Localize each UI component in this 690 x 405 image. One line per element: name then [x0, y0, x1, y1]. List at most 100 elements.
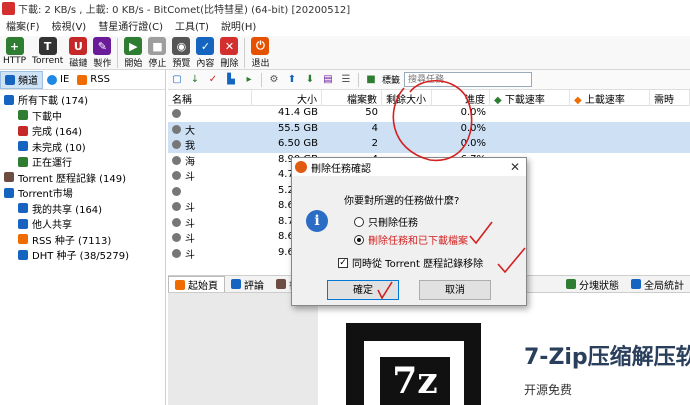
- remove-from-history-checkbox[interactable]: ✓: [338, 257, 348, 268]
- cancel-button[interactable]: 取消: [419, 280, 491, 300]
- tab-global-stats[interactable]: 全局統計: [625, 276, 690, 292]
- col-upload-rate[interactable]: ◆ 上載速率: [570, 90, 650, 106]
- cell-size: 6.50 GB: [277, 138, 318, 149]
- tree-item[interactable]: 正在運行: [0, 154, 165, 170]
- file-icon[interactable]: ▤: [321, 73, 335, 87]
- toolbar-button-4[interactable]: ▶ 開始: [121, 36, 145, 69]
- ok-button[interactable]: 確定: [327, 280, 399, 300]
- cell-time: [650, 153, 690, 169]
- task-row[interactable]: 41.4 GB 50 0.0%: [168, 106, 690, 122]
- col-name[interactable]: 名稱: [168, 90, 252, 106]
- tree-item[interactable]: 完成 (164): [0, 123, 165, 139]
- task-row[interactable]: 我 6.50 GB 2 0.0%: [168, 137, 690, 153]
- toolbar-button-6[interactable]: ◉ 預覽: [169, 36, 193, 69]
- tree-item[interactable]: 下載中: [0, 108, 165, 124]
- tree-item[interactable]: Torrent市場: [0, 185, 165, 201]
- upload-icon[interactable]: ⬆: [285, 73, 299, 87]
- cell-time: [650, 230, 690, 246]
- menu-comet-pass[interactable]: 彗星通行證(C): [92, 18, 169, 33]
- tree-item[interactable]: Torrent 歷程記錄 (149): [0, 170, 165, 186]
- menu-view[interactable]: 檢視(V): [46, 18, 93, 33]
- tree-item[interactable]: RSS 种子 (7113): [0, 232, 165, 248]
- task-name: 大: [185, 125, 195, 137]
- tree-item[interactable]: 我的共享 (164): [0, 201, 165, 217]
- tree-item[interactable]: DHT 种子 (38/5279): [0, 247, 165, 263]
- tab-piece-status[interactable]: 分塊狀態: [560, 276, 625, 292]
- col-remaining[interactable]: 剩餘大小: [382, 90, 432, 106]
- tag-label[interactable]: 標籤: [382, 73, 400, 86]
- col-time[interactable]: 需時: [650, 90, 690, 106]
- menu-help[interactable]: 說明(H): [215, 18, 262, 33]
- menu-tools[interactable]: 工具(T): [169, 18, 215, 33]
- info-icon: i: [306, 210, 328, 232]
- toolbar-divider: [261, 72, 262, 87]
- tab-start-page[interactable]: 起始頁: [168, 276, 225, 292]
- toolbar-button-label: 退出: [251, 59, 270, 69]
- ad-title[interactable]: 7-Zip压缩解压软件: [524, 339, 690, 371]
- tab-rss[interactable]: RSS: [73, 71, 114, 89]
- tree-item-label: 我的共享 (164): [32, 204, 103, 216]
- tree-item-label: 完成 (164): [32, 127, 83, 139]
- cell-ul: [570, 137, 650, 153]
- dialog-close-icon[interactable]: ✕: [504, 160, 526, 174]
- cell-time: [650, 246, 690, 262]
- task-row[interactable]: 大 55.5 GB 4 0.0%: [168, 121, 690, 137]
- tree-item[interactable]: 所有下載 (174): [0, 92, 165, 108]
- toolbar-button-5[interactable]: ■ 停止: [145, 36, 169, 69]
- exit-icon: ⏻: [251, 37, 270, 55]
- cell-name: 斗: [168, 168, 252, 184]
- cell-time: [650, 184, 690, 200]
- cell-ul: [570, 246, 650, 262]
- download-arrow-icon[interactable]: ↓: [188, 73, 202, 87]
- toolbar-button-2[interactable]: U 磁鏈: [66, 36, 90, 69]
- piece-status-icon: [566, 279, 576, 289]
- download-icon[interactable]: ⬇: [303, 73, 317, 87]
- tree-item-label: Torrent市場: [18, 189, 73, 201]
- cell-remain: [382, 106, 432, 122]
- 7zip-logo-glyph: 7z: [380, 357, 450, 405]
- col-files[interactable]: 檔案數: [322, 90, 382, 106]
- check-icon[interactable]: ✓: [206, 73, 220, 87]
- new-task-icon[interactable]: ▢: [170, 73, 184, 87]
- toolbar-button-8[interactable]: ✕ 刪除: [217, 36, 241, 69]
- cell-ul: [570, 106, 650, 122]
- option-delete-task-and-files-label: 刪除任務和已下載檔案: [368, 236, 468, 247]
- task-name: 斗: [185, 203, 195, 215]
- cell-files: 4: [371, 122, 378, 134]
- tab-comments[interactable]: 評論: [225, 276, 270, 292]
- tab-ie[interactable]: IE: [43, 71, 73, 89]
- chart-icon[interactable]: ▙: [224, 73, 238, 87]
- status-dot-icon: [172, 171, 181, 181]
- search-tasks-input[interactable]: [404, 72, 533, 87]
- toolbar-divider: [358, 72, 359, 87]
- filter-icon[interactable]: ⚙: [267, 73, 281, 87]
- cell-name: 斗: [168, 215, 252, 231]
- col-progress[interactable]: 進度: [432, 90, 490, 106]
- incomplete-icon: [18, 141, 28, 152]
- list-icon[interactable]: ☰: [339, 73, 353, 87]
- menu-file[interactable]: 檔案(F): [0, 18, 46, 33]
- toolbar-button-7[interactable]: ✓ 內容: [193, 36, 217, 69]
- tree-item[interactable]: 未完成 (10): [0, 139, 165, 155]
- option-delete-task-and-files[interactable]: 刪除任務和已下載檔案: [354, 232, 468, 247]
- play-icon[interactable]: ▸: [242, 73, 256, 87]
- col-download-rate[interactable]: ◆ 下載速率: [490, 90, 570, 106]
- toolbar-button-label: 開始: [124, 59, 143, 69]
- cell-size: 55.5 GB: [277, 122, 318, 134]
- tree-item[interactable]: 他人共享: [0, 216, 165, 232]
- tab-channel[interactable]: 頻道: [0, 70, 43, 89]
- col-size[interactable]: 大小: [252, 90, 322, 106]
- title-bar: 下載: 2 KB/s , 上載: 0 KB/s - BitComet(比特彗星)…: [0, 0, 690, 16]
- toolbar-button-9[interactable]: ⏻ 退出: [248, 36, 272, 69]
- remove-from-history-option[interactable]: ✓ 同時從 Torrent 歷程記錄移除: [338, 255, 483, 270]
- option-delete-task-only[interactable]: 只刪除任務: [354, 214, 418, 229]
- status-dot-icon: [172, 109, 181, 119]
- sidebar: 頻道 IE RSS 所有下載 (174) 下載中完成 (164) 未完成 (10) 正…: [0, 70, 166, 405]
- others-share-icon: [18, 218, 28, 229]
- radio-delete-task-only[interactable]: [354, 216, 364, 227]
- toolbar-button-3[interactable]: ✎ 製作: [90, 36, 114, 69]
- toolbar-button-1[interactable]: T Torrent: [29, 36, 66, 66]
- toolbar-button-label: 停止: [148, 59, 167, 69]
- radio-delete-task-and-files[interactable]: [354, 234, 364, 245]
- toolbar-button-0[interactable]: + HTTP: [0, 36, 29, 66]
